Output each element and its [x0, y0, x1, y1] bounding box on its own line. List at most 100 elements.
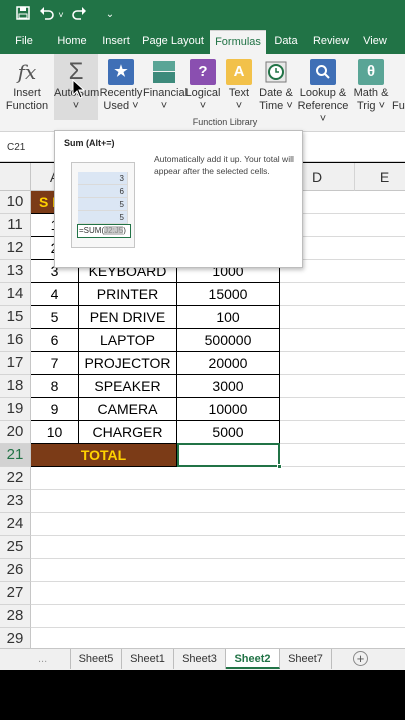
total-value-cell-selected[interactable]	[177, 443, 280, 467]
row-header[interactable]: 15	[0, 306, 31, 329]
more-functions-label: Fu	[392, 100, 405, 112]
math-trig-label-1: Math &	[353, 87, 389, 99]
cell-sno[interactable]: 5	[31, 306, 79, 329]
total-label-cell[interactable]: TOTAL	[31, 444, 177, 467]
cell-item[interactable]: PROJECTOR	[79, 352, 177, 375]
customize-icon[interactable]: ⌄	[104, 6, 116, 24]
theta-icon: θ	[358, 59, 384, 85]
add-sheet-button[interactable]: +	[353, 651, 368, 666]
lookup-label-1: Lookup &	[299, 87, 347, 99]
tab-data[interactable]: Data	[270, 30, 302, 54]
row-header[interactable]: 23	[0, 490, 31, 513]
text-button[interactable]: A Text ˅	[222, 54, 256, 120]
example-cell: 3	[78, 172, 128, 185]
row-header[interactable]: 25	[0, 536, 31, 559]
quick-access-toolbar: ˅ ⌄	[0, 0, 405, 30]
tooltip-description: Automatically add it up. Your total will…	[154, 154, 294, 176]
row-header[interactable]: 10	[0, 191, 31, 214]
cell-sno[interactable]: 10	[31, 421, 79, 444]
row-header[interactable]: 29	[0, 628, 31, 648]
cell-sno[interactable]: 4	[31, 283, 79, 306]
undo-dropdown-icon[interactable]: ˅	[56, 6, 66, 24]
cell-sno[interactable]: 8	[31, 375, 79, 398]
tab-insert[interactable]: Insert	[100, 30, 132, 54]
select-all-corner[interactable]	[0, 163, 31, 191]
sheet-tab[interactable]: Sheet3	[174, 649, 226, 669]
sheet-tab[interactable]: Sheet5	[70, 649, 122, 669]
insert-function-button[interactable]: fx Insert Function	[2, 54, 52, 120]
cell-item[interactable]: CAMERA	[79, 398, 177, 421]
bottom-black-bar	[0, 670, 405, 720]
cell-qty[interactable]: 20000	[177, 352, 280, 375]
row-header[interactable]: 14	[0, 283, 31, 306]
cell-qty[interactable]: 10000	[177, 398, 280, 421]
row-header[interactable]: 22	[0, 467, 31, 490]
tab-review[interactable]: Review	[310, 30, 352, 54]
row-header[interactable]: 11	[0, 214, 31, 237]
sheet-tab[interactable]: Sheet1	[122, 649, 174, 669]
tooltip-title: Sum (Alt+=)	[64, 138, 115, 148]
fill-handle[interactable]	[277, 464, 282, 469]
row-header[interactable]: 16	[0, 329, 31, 352]
undo-icon[interactable]	[38, 6, 56, 24]
row-header[interactable]: 18	[0, 375, 31, 398]
cell-sno[interactable]: 7	[31, 352, 79, 375]
example-formula: =SUM(J2:J5)	[77, 224, 131, 238]
tab-formulas[interactable]: Formulas	[210, 30, 266, 54]
math-trig-label-2: Trig ˅	[356, 100, 385, 112]
recently-used-label-1: Recently	[99, 87, 143, 99]
tab-file[interactable]: File	[8, 30, 40, 54]
cell-item[interactable]: LAPTOP	[79, 329, 177, 352]
save-icon[interactable]	[14, 6, 32, 24]
sheet-tab[interactable]: Sheet7	[280, 649, 332, 669]
math-trig-button[interactable]: θ Math & Trig ˅	[351, 54, 391, 120]
row-header[interactable]: 27	[0, 582, 31, 605]
row-header[interactable]: 19	[0, 398, 31, 421]
text-label-2: ˅	[235, 100, 243, 112]
more-functions-button[interactable]: Fu	[392, 54, 405, 120]
cell-qty[interactable]: 15000	[177, 283, 280, 306]
cell-sno[interactable]: 9	[31, 398, 79, 421]
example-cell: 5	[78, 198, 128, 211]
column-header-e[interactable]: E	[355, 163, 405, 191]
tab-home[interactable]: Home	[54, 30, 90, 54]
cell-sno[interactable]: 6	[31, 329, 79, 352]
example-formula-prefix: =SUM(	[79, 226, 105, 235]
tab-view[interactable]: View	[358, 30, 392, 54]
cell-item[interactable]: PRINTER	[79, 283, 177, 306]
sheet-tab-active[interactable]: Sheet2	[226, 649, 280, 669]
row-header[interactable]: 13	[0, 260, 31, 283]
row-header[interactable]: 12	[0, 237, 31, 260]
logical-button[interactable]: ? Logical ˅	[185, 54, 221, 120]
row-header[interactable]: 20	[0, 421, 31, 444]
row-header[interactable]: 28	[0, 605, 31, 628]
autosum-dropdown: ˅	[72, 100, 80, 112]
logical-label-2: ˅	[199, 100, 207, 112]
cell-qty[interactable]: 100	[177, 306, 280, 329]
row-header[interactable]: 17	[0, 352, 31, 375]
logical-label-1: Logical	[185, 87, 221, 99]
text-a-icon: A	[226, 59, 252, 85]
row-header[interactable]: 24	[0, 513, 31, 536]
recently-used-button[interactable]: ★ Recently Used ˅	[99, 54, 143, 120]
cell-qty[interactable]: 500000	[177, 329, 280, 352]
cell-qty[interactable]: 5000	[177, 421, 280, 444]
date-time-label-2: Time ˅	[259, 100, 293, 112]
insert-function-label-1: Insert	[13, 87, 41, 99]
tab-page-layout[interactable]: Page Layout	[142, 30, 204, 54]
financial-button[interactable]: Financial ˅	[143, 54, 187, 120]
cell-item[interactable]: SPEAKER	[79, 375, 177, 398]
search-icon	[310, 59, 336, 85]
row-header[interactable]: 26	[0, 559, 31, 582]
redo-icon[interactable]	[70, 6, 88, 24]
date-time-button[interactable]: Date & Time ˅	[256, 54, 296, 120]
cell-item[interactable]: CHARGER	[79, 421, 177, 444]
sheet-tab-bar: ... Sheet5 Sheet1 Sheet3 Sheet2 Sheet7 +	[0, 648, 405, 670]
cell-item[interactable]: PEN DRIVE	[79, 306, 177, 329]
sheet-nav-dots[interactable]: ...	[38, 649, 58, 669]
example-cell: 5	[78, 211, 128, 224]
lookup-reference-button[interactable]: Lookup & Reference ˅	[296, 54, 350, 125]
name-box[interactable]: C21	[4, 139, 52, 157]
cell-qty[interactable]: 3000	[177, 375, 280, 398]
row-header-selected[interactable]: 21	[0, 444, 31, 467]
